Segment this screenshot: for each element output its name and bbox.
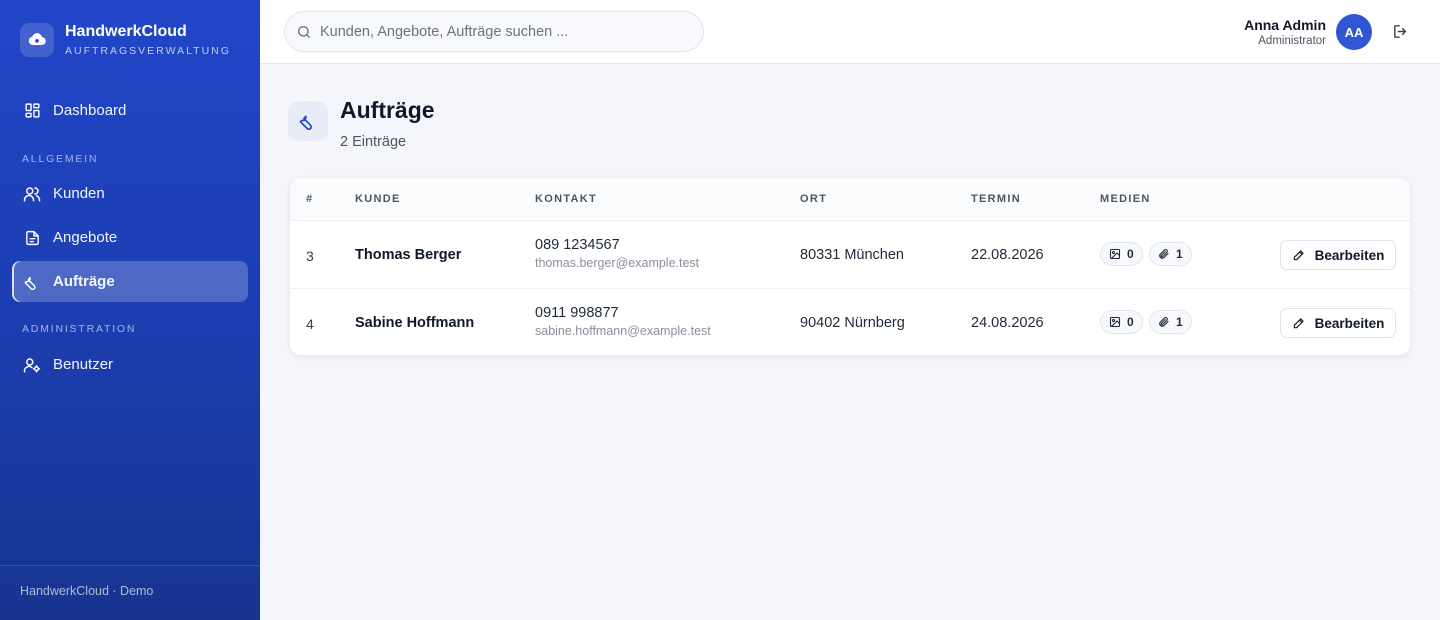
cloud-gear-icon	[20, 23, 54, 57]
customer-name: Thomas Berger	[355, 247, 462, 263]
sidebar-footer: HandwerkCloud · Demo	[0, 565, 260, 616]
orders-table: # KUNDE KONTAKT ORT TERMIN MEDIEN 3 Thom…	[289, 177, 1411, 356]
image-icon	[1109, 248, 1121, 260]
avatar[interactable]: AA	[1336, 14, 1372, 50]
brand-name: HandwerkCloud	[65, 23, 187, 40]
sidebar-item-label: Benutzer	[53, 356, 114, 373]
search-input[interactable]	[320, 23, 680, 40]
section-label-admin: ADMINISTRATION	[22, 323, 137, 335]
table-row[interactable]: 4 Sabine Hoffmann 0911 998877 sabine.hof…	[290, 290, 1410, 355]
grid-icon	[23, 102, 41, 120]
appointment-date: 22.08.2026	[971, 247, 1044, 263]
attachment-count: 1	[1176, 315, 1183, 329]
sidebar-item-label: Dashboard	[53, 102, 127, 119]
contact-cell: 089 1234567 thomas.berger@example.test	[535, 237, 699, 270]
user-gear-icon	[23, 356, 41, 374]
table-header: # KUNDE KONTAKT ORT TERMIN MEDIEN	[290, 178, 1410, 221]
sidebar-item-label: Kunden	[53, 185, 105, 202]
row-number: 4	[306, 316, 314, 332]
column-header-kunde: KUNDE	[355, 193, 401, 205]
logout-icon[interactable]	[1391, 22, 1409, 40]
location: 80331 München	[800, 247, 904, 263]
paperclip-icon	[1158, 248, 1170, 260]
entry-count: 2 Einträge	[340, 134, 407, 150]
location: 90402 Nürnberg	[800, 315, 905, 331]
user-role: Administrator	[1258, 35, 1326, 47]
edit-button-label: Bearbeiten	[1314, 315, 1385, 331]
sidebar-item-kunden[interactable]: Kunden	[12, 173, 248, 214]
sidebar-item-angebote[interactable]: Angebote	[12, 217, 248, 258]
pencil-icon	[1292, 316, 1307, 331]
user-menu[interactable]: Anna Admin Administrator AA	[1244, 14, 1372, 50]
column-header-kontakt: KONTAKT	[535, 193, 598, 205]
sidebar: HandwerkCloud AUFTRAGSVERWALTUNG Dashboa…	[0, 0, 260, 620]
edit-button[interactable]: Bearbeiten	[1280, 308, 1396, 338]
user-name: Anna Admin	[1244, 17, 1326, 33]
contact-cell: 0911 998877 sabine.hoffmann@example.test	[535, 305, 711, 338]
search-box[interactable]	[284, 11, 704, 52]
column-header-medien: MEDIEN	[1100, 193, 1151, 205]
wrench-icon	[23, 273, 41, 291]
phone-number: 0911 998877	[535, 305, 619, 321]
attachment-count-badge[interactable]: 1	[1149, 242, 1192, 266]
email-address: sabine.hoffmann@example.test	[535, 324, 711, 338]
image-count-badge[interactable]: 0	[1100, 310, 1143, 334]
attachment-count: 1	[1176, 247, 1183, 261]
pencil-icon	[1292, 248, 1307, 263]
sidebar-item-label: Angebote	[53, 229, 118, 246]
attachment-count-badge[interactable]: 1	[1149, 310, 1192, 334]
image-count: 0	[1127, 315, 1134, 329]
paperclip-icon	[1158, 316, 1170, 328]
page-title: Aufträge	[340, 97, 435, 123]
sidebar-item-dashboard[interactable]: Dashboard	[12, 90, 248, 131]
search-icon	[296, 24, 312, 40]
image-count-badge[interactable]: 0	[1100, 242, 1143, 266]
users-icon	[23, 185, 41, 203]
customer-name: Sabine Hoffmann	[355, 315, 475, 331]
edit-button[interactable]: Bearbeiten	[1280, 240, 1396, 270]
edit-button-label: Bearbeiten	[1314, 247, 1385, 263]
topbar: Anna Admin Administrator AA	[260, 0, 1440, 64]
section-label-general: ALLGEMEIN	[22, 153, 99, 165]
appointment-date: 24.08.2026	[971, 315, 1044, 331]
brand[interactable]: HandwerkCloud AUFTRAGSVERWALTUNG	[20, 22, 231, 58]
email-address: thomas.berger@example.test	[535, 256, 700, 270]
row-number: 3	[306, 248, 314, 264]
column-header-number: #	[306, 193, 314, 205]
wrench-icon	[288, 101, 328, 141]
sidebar-item-auftraege[interactable]: Aufträge	[12, 261, 248, 302]
image-count: 0	[1127, 247, 1134, 261]
document-icon	[23, 229, 41, 247]
phone-number: 089 1234567	[535, 237, 620, 253]
sidebar-item-benutzer[interactable]: Benutzer	[12, 344, 248, 385]
brand-subtitle: AUFTRAGSVERWALTUNG	[65, 45, 231, 57]
column-header-ort: ORT	[800, 193, 828, 205]
sidebar-item-label: Aufträge	[53, 273, 115, 290]
table-row[interactable]: 3 Thomas Berger 089 1234567 thomas.berge…	[290, 221, 1410, 289]
image-icon	[1109, 316, 1121, 328]
column-header-termin: TERMIN	[971, 193, 1021, 205]
